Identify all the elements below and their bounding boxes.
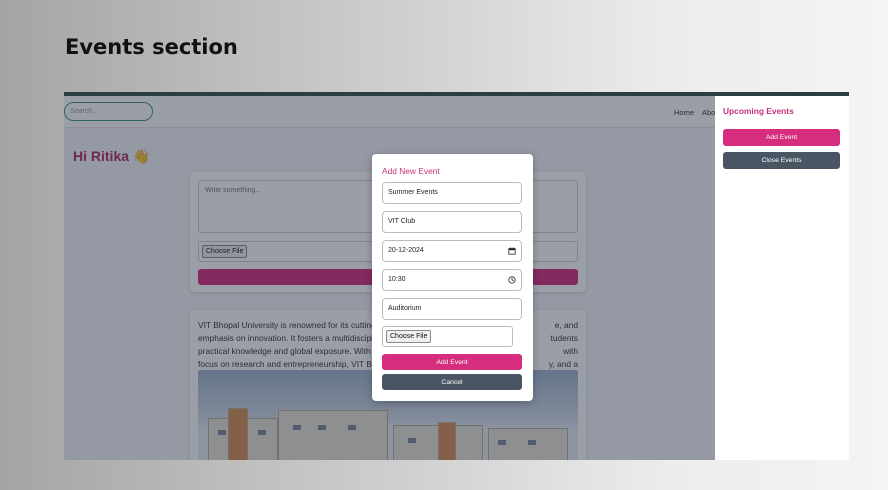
event-time-value: 10:30 — [388, 276, 406, 283]
event-name-value: Summer Events — [388, 189, 438, 196]
modal-add-event-button[interactable]: Add Event — [382, 354, 522, 370]
calendar-icon[interactable] — [508, 247, 516, 255]
slide-title: Events section — [65, 35, 238, 59]
event-venue-value: Auditorium — [388, 305, 422, 312]
add-event-button[interactable]: Add Event — [723, 129, 840, 146]
close-events-button[interactable]: Close Events — [723, 152, 840, 169]
clock-icon[interactable] — [508, 276, 516, 284]
event-organizer-field[interactable]: VIT Club — [382, 211, 522, 233]
add-event-modal: Add New Event Summer Events VIT Club 20-… — [372, 154, 533, 401]
modal-title: Add New Event — [382, 166, 440, 176]
event-venue-field[interactable]: Auditorium — [382, 298, 522, 320]
event-date-value: 20-12-2024 — [388, 247, 424, 254]
event-choose-file-button[interactable]: Choose File — [386, 330, 432, 343]
event-date-field[interactable]: 20-12-2024 — [382, 240, 522, 262]
event-file-input: Choose File — [382, 326, 513, 347]
upcoming-events-sidebar: Upcoming Events Add Event Close Events — [715, 96, 849, 460]
event-organizer-value: VIT Club — [388, 218, 416, 225]
event-name-field[interactable]: Summer Events — [382, 182, 522, 204]
modal-cancel-button[interactable]: Cancel — [382, 374, 522, 390]
sidebar-title: Upcoming Events — [723, 106, 794, 116]
event-time-field[interactable]: 10:30 — [382, 269, 522, 291]
